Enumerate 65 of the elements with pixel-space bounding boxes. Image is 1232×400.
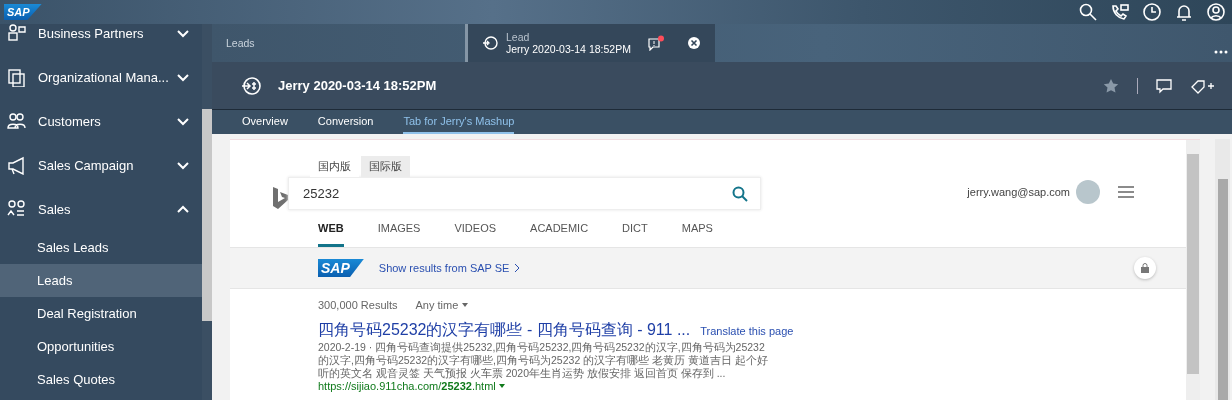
record-tab[interactable]: Overview [242, 110, 288, 134]
menu-item-icon [6, 111, 26, 131]
search-icon[interactable] [732, 185, 748, 202]
message-alert-icon[interactable] [647, 35, 665, 51]
sap-logo[interactable]: SAP [318, 259, 364, 277]
sidebar-subitem[interactable]: Opportunities [0, 330, 202, 363]
menu-icon[interactable] [1118, 185, 1134, 199]
chevron-right-icon [514, 263, 521, 273]
open-tab[interactable]: Leads [212, 24, 465, 62]
account-email[interactable]: jerry.wang@sap.com [967, 186, 1070, 198]
search-icon[interactable] [1078, 2, 1098, 22]
scope-tab[interactable]: 国际版 [361, 156, 410, 177]
results-count: 300,000 Results [318, 299, 398, 311]
sidebar-item[interactable]: Sales [0, 187, 202, 231]
sidebar-subitem[interactable]: Deal Registration [0, 297, 202, 330]
close-icon[interactable] [687, 36, 701, 50]
nav-tab[interactable]: ACADEMIC [530, 222, 589, 247]
more-icon[interactable] [1214, 50, 1228, 54]
sidebar-item[interactable]: Business Partners [0, 24, 202, 55]
clock-icon[interactable] [1142, 2, 1162, 22]
caret-icon [498, 384, 505, 388]
sidebar-subitem[interactable]: Sales Quotes [0, 363, 202, 396]
menu-item-icon [6, 24, 26, 43]
tab-caption: Lead [506, 31, 531, 43]
record-tab[interactable]: Conversion [317, 110, 374, 134]
sap-logo[interactable]: SAP [4, 4, 42, 20]
sidebar-item[interactable]: Sales Campaign [0, 143, 202, 187]
lead-icon [482, 35, 498, 51]
record-title: Jerry 2020-03-14 18:52PM [278, 78, 437, 93]
user-icon[interactable] [1206, 2, 1226, 22]
nav-tab[interactable]: DICT [622, 222, 648, 247]
lead-icon [240, 74, 262, 97]
translate-link[interactable]: Translate this page [700, 325, 794, 337]
bell-icon[interactable] [1174, 2, 1194, 22]
result-url[interactable]: https://sijiao.911cha.com/25232.html [318, 380, 1186, 392]
tag-add-icon[interactable] [1190, 77, 1214, 94]
record-tab[interactable]: Tab for Jerry's Mashup [403, 110, 515, 134]
search-field[interactable]: 25232 [288, 177, 761, 210]
sidebar-subitem[interactable]: Sales Leads [0, 231, 202, 264]
comment-icon[interactable] [1156, 77, 1172, 94]
star-icon[interactable] [1103, 77, 1119, 94]
menu-item-icon [6, 155, 26, 175]
lock-button[interactable] [1134, 257, 1156, 279]
scrollbar-thumb[interactable] [202, 109, 212, 321]
open-tab[interactable]: Lead Jerry 2020-03-14 18:52PM [465, 24, 715, 62]
sidebar-item[interactable]: Organizational Mana... [0, 55, 202, 99]
sidebar-item[interactable]: Customers [0, 99, 202, 143]
caret-icon [462, 303, 469, 307]
menu-item-icon [6, 67, 26, 87]
result-snippet: 2020-2-19 · 四角号码查询提供25232,四角号码25232,四角号码25232的汉字,四角号码为25232的汉字,四角号码25232的汉字有哪些,四角号码为25232 的汉字有哪些 老黄历 黄道吉日 起个好听的英文名 观音灵签 天气预报 火车票 2020年生肖运势 放假安排 返回首页 保存到 ... [318, 341, 768, 380]
result-title-link[interactable]: 四角号码25232的汉字有哪些 - 四角号码查询 - 911 ... [318, 320, 691, 341]
nav-tab[interactable]: VIDEOS [454, 222, 497, 247]
nav-tab[interactable]: MAPS [681, 222, 713, 247]
tab-title: Jerry 2020-03-14 18:52PM [506, 43, 631, 55]
time-filter[interactable]: Any time [415, 299, 469, 311]
sap-results-link[interactable]: Show results from SAP SE [378, 262, 521, 274]
phone-chat-icon[interactable] [1110, 2, 1130, 22]
nav-tab[interactable]: IMAGES [377, 222, 421, 247]
scrollbar-thumb[interactable] [1218, 179, 1228, 400]
sidebar-subitem[interactable]: Leads [0, 264, 202, 297]
lock-icon [1141, 263, 1149, 273]
menu-item-icon [6, 199, 26, 219]
tab-title: Leads [226, 37, 255, 49]
scrollbar-thumb[interactable] [1187, 154, 1199, 374]
bing-logo-icon[interactable] [272, 186, 288, 210]
